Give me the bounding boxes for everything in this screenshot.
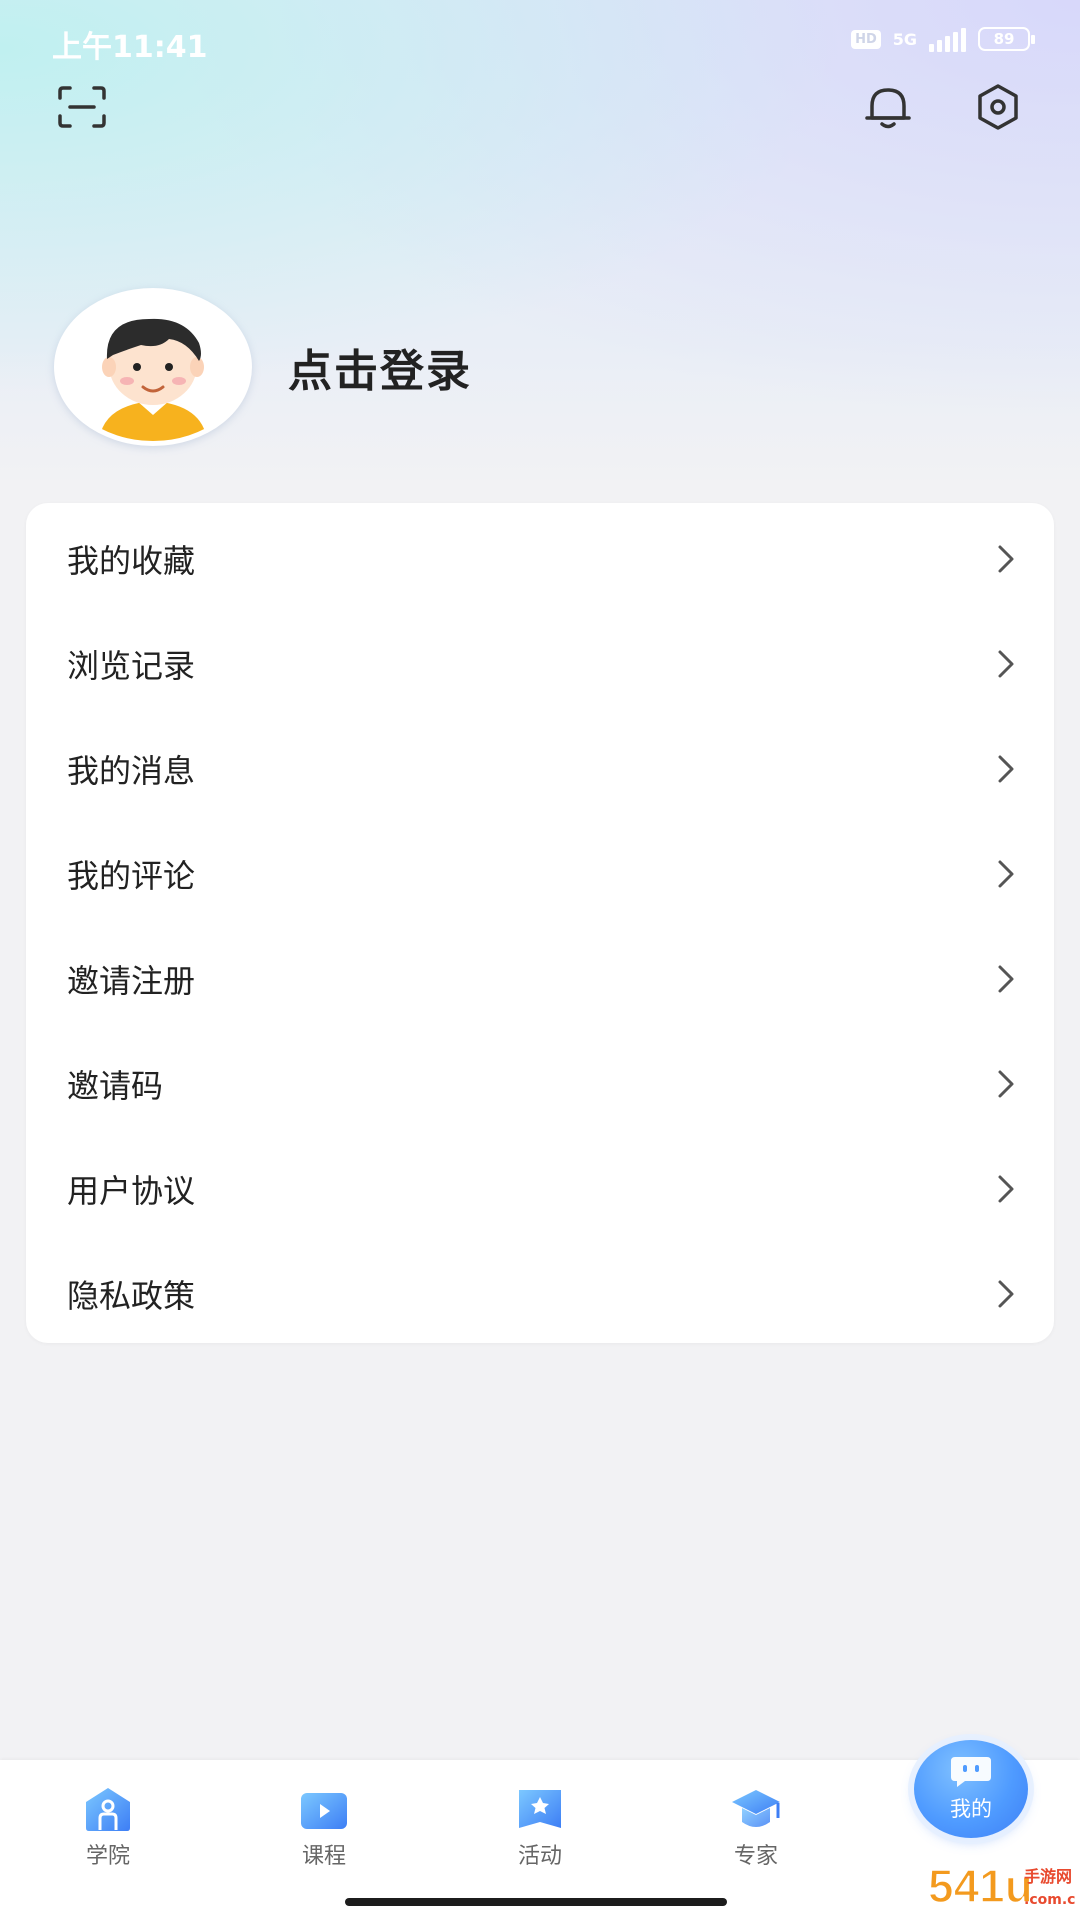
site-watermark: 541u 手游网 .com.cn	[928, 1859, 1076, 1913]
battery-icon: 89	[978, 27, 1035, 51]
hexagon-settings-icon	[978, 84, 1018, 130]
school-icon	[86, 1788, 130, 1831]
tab-mine[interactable]: 我的	[914, 1740, 1028, 1838]
avatar[interactable]	[54, 288, 252, 446]
chevron-right-icon	[998, 1175, 1014, 1203]
login-prompt[interactable]: 点击登录	[288, 335, 472, 399]
menu-item-privacy-policy[interactable]: 隐私政策	[26, 1242, 1054, 1346]
tab-label: 专家	[733, 1844, 778, 1869]
menu-item-label: 我的消息	[67, 752, 196, 790]
menu-item-label: 邀请注册	[67, 962, 196, 1000]
bell-icon	[865, 88, 911, 129]
tab-activities[interactable]: 活动	[480, 1784, 600, 1874]
star-book-icon	[519, 1790, 561, 1828]
menu-card: 我的收藏 浏览记录 我的消息 我的评论 邀请注册 邀请码 用户协议 隐私政策	[26, 503, 1054, 1343]
avatar-illustration	[99, 318, 207, 441]
chevron-right-icon	[998, 755, 1014, 783]
settings-button[interactable]	[966, 75, 1030, 139]
menu-item-invite-register[interactable]: 邀请注册	[26, 927, 1054, 1031]
signal-icon	[929, 26, 966, 52]
menu-item-label: 邀请码	[67, 1067, 164, 1105]
network-type: 5G	[892, 29, 917, 49]
menu-item-user-agreement[interactable]: 用户协议	[26, 1137, 1054, 1241]
chevron-right-icon	[998, 860, 1014, 888]
hd-badge: HD	[851, 29, 881, 49]
menu-item-invite-code[interactable]: 邀请码	[26, 1032, 1054, 1136]
menu-item-favorites[interactable]: 我的收藏	[26, 507, 1054, 611]
status-bar: 上午11:41 HD 5G 89	[0, 18, 1080, 66]
battery-level: 89	[993, 30, 1015, 48]
notification-button[interactable]	[856, 75, 920, 139]
chevron-right-icon	[998, 1280, 1014, 1308]
menu-item-label: 我的收藏	[67, 542, 196, 580]
tab-experts[interactable]: 专家	[696, 1784, 816, 1874]
status-indicators: HD 5G 89	[851, 26, 1035, 52]
tab-school[interactable]: 学院	[48, 1784, 168, 1874]
status-time: 上午11:41	[52, 30, 208, 65]
home-indicator	[345, 1898, 727, 1906]
tab-label: 课程	[301, 1844, 346, 1869]
graduation-cap-icon	[732, 1790, 780, 1827]
scan-icon	[58, 86, 106, 128]
chat-face-icon	[951, 1757, 991, 1787]
tab-courses[interactable]: 课程	[264, 1784, 384, 1874]
chevron-right-icon	[998, 545, 1014, 573]
svg-text:.com.cn: .com.cn	[1024, 1892, 1076, 1908]
menu-item-comments[interactable]: 我的评论	[26, 822, 1054, 926]
svg-text:手游网: 手游网	[1024, 1867, 1072, 1886]
chevron-right-icon	[998, 965, 1014, 993]
tab-label: 活动	[517, 1844, 562, 1869]
scan-button[interactable]	[50, 75, 114, 139]
menu-item-history[interactable]: 浏览记录	[26, 612, 1054, 716]
menu-item-label: 隐私政策	[67, 1277, 196, 1315]
tab-label: 学院	[85, 1844, 130, 1869]
menu-item-messages[interactable]: 我的消息	[26, 717, 1054, 821]
tab-label: 我的	[950, 1797, 992, 1821]
svg-text:541u: 541u	[928, 1860, 1033, 1912]
play-icon	[301, 1793, 347, 1829]
menu-item-label: 浏览记录	[67, 647, 196, 685]
chevron-right-icon	[998, 1070, 1014, 1098]
menu-item-label: 用户协议	[67, 1172, 196, 1210]
menu-item-label: 我的评论	[67, 857, 196, 895]
chevron-right-icon	[998, 650, 1014, 678]
